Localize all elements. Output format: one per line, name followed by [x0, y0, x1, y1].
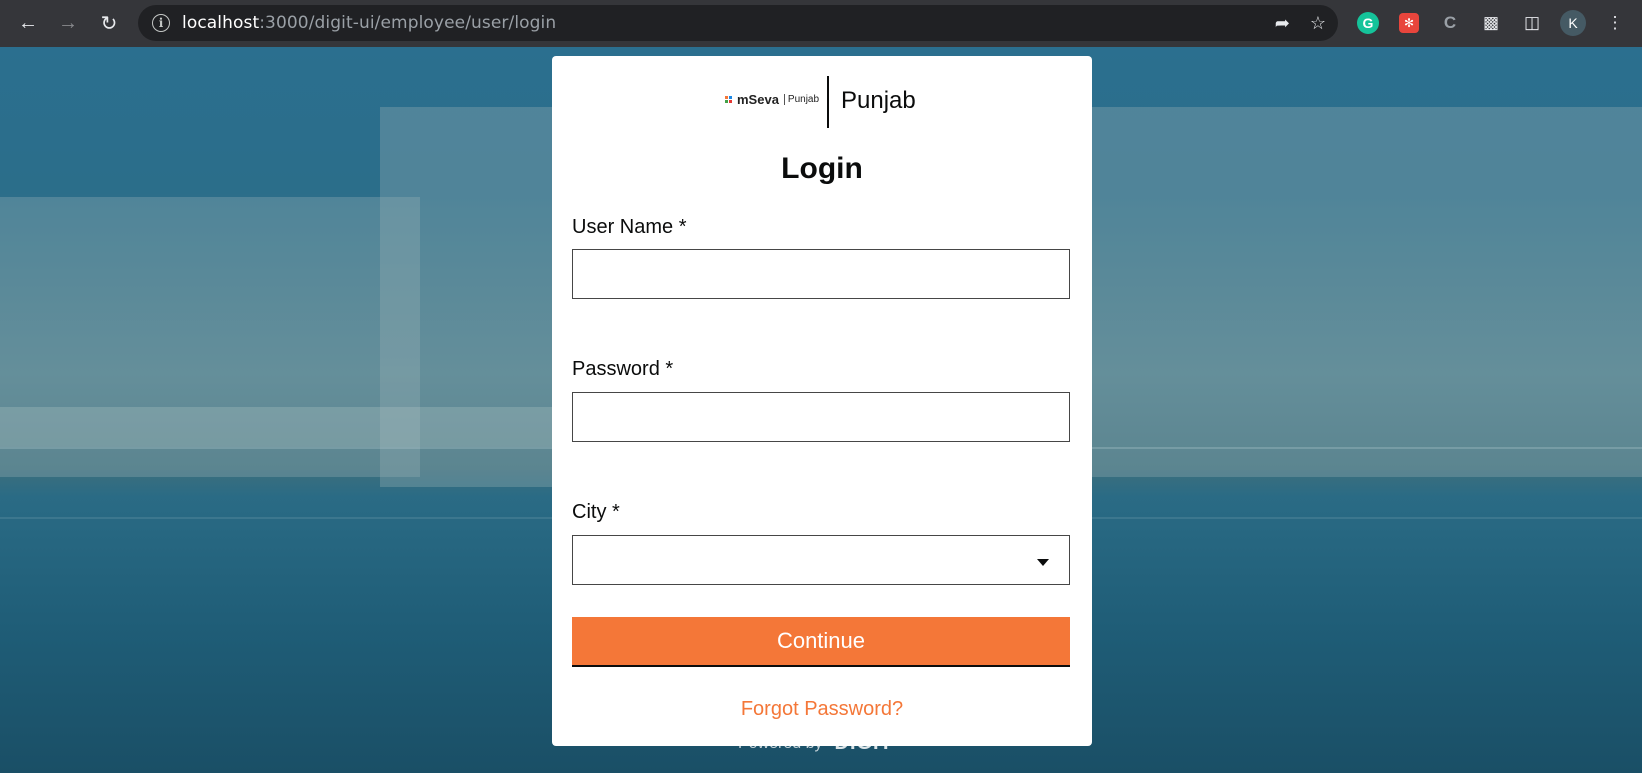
login-card: mSeva Punjab Punjab Login User Name * Pa…	[552, 56, 1092, 746]
forgot-password-link[interactable]: Forgot Password?	[552, 698, 1092, 721]
brand-header: mSeva Punjab Punjab	[552, 76, 1092, 128]
extensions-puzzle-icon[interactable]: ▩	[1477, 9, 1505, 37]
city-label: City *	[572, 501, 620, 523]
digit-logo: DIGIT	[834, 732, 893, 754]
logo-dot	[725, 96, 728, 99]
username-input[interactable]	[572, 249, 1070, 299]
browser-toolbar: ← → ↻ i localhost:3000/digit-ui/employee…	[0, 0, 1642, 47]
back-arrow-icon[interactable]: ←	[8, 0, 48, 47]
right-palace-silhouette	[1090, 107, 1642, 477]
chevron-down-icon[interactable]	[1037, 559, 1049, 566]
powered-by-footer: Powered by DIGIT	[738, 732, 893, 755]
bookmark-star-icon[interactable]: ☆	[1310, 13, 1326, 34]
reload-icon[interactable]: ↻	[89, 0, 129, 47]
grammarly-extension-icon[interactable]: G	[1357, 12, 1379, 34]
forward-arrow-icon[interactable]: →	[48, 0, 88, 47]
profile-avatar[interactable]: K	[1560, 10, 1586, 36]
url-path: :3000/digit-ui/employee/user/login	[259, 13, 557, 33]
url-text[interactable]: localhost:3000/digit-ui/employee/user/lo…	[182, 13, 556, 33]
password-input[interactable]	[572, 392, 1070, 442]
side-panel-icon[interactable]: ◫	[1518, 9, 1546, 37]
logo-dot	[729, 96, 732, 99]
logo-text: mSeva	[737, 92, 779, 107]
chrome-menu-icon[interactable]: ⋮	[1601, 9, 1629, 37]
url-host: localhost	[182, 13, 260, 33]
logo-dot	[725, 100, 728, 103]
mseva-logo: mSeva Punjab	[725, 92, 819, 107]
walkway-silhouette	[0, 407, 560, 447]
logo-dots-icon	[725, 96, 732, 103]
site-info-icon[interactable]: i	[152, 14, 170, 32]
address-bar[interactable]: i localhost:3000/digit-ui/employee/user/…	[138, 5, 1338, 41]
c-extension-icon[interactable]: C	[1436, 9, 1464, 37]
page-title: Login	[781, 152, 863, 185]
share-icon[interactable]: ➦	[1275, 13, 1290, 34]
city-select[interactable]	[572, 535, 1070, 585]
state-name: Punjab	[841, 87, 916, 114]
password-label: Password *	[572, 358, 674, 380]
logo-dot	[729, 100, 732, 103]
username-label: User Name *	[572, 216, 687, 238]
continue-button[interactable]: Continue	[572, 617, 1070, 667]
red-extension-icon[interactable]: ✻	[1399, 13, 1419, 33]
logo-subtext: Punjab	[783, 94, 819, 105]
powered-by-text: Powered by	[738, 734, 823, 752]
brand-divider	[827, 76, 829, 128]
